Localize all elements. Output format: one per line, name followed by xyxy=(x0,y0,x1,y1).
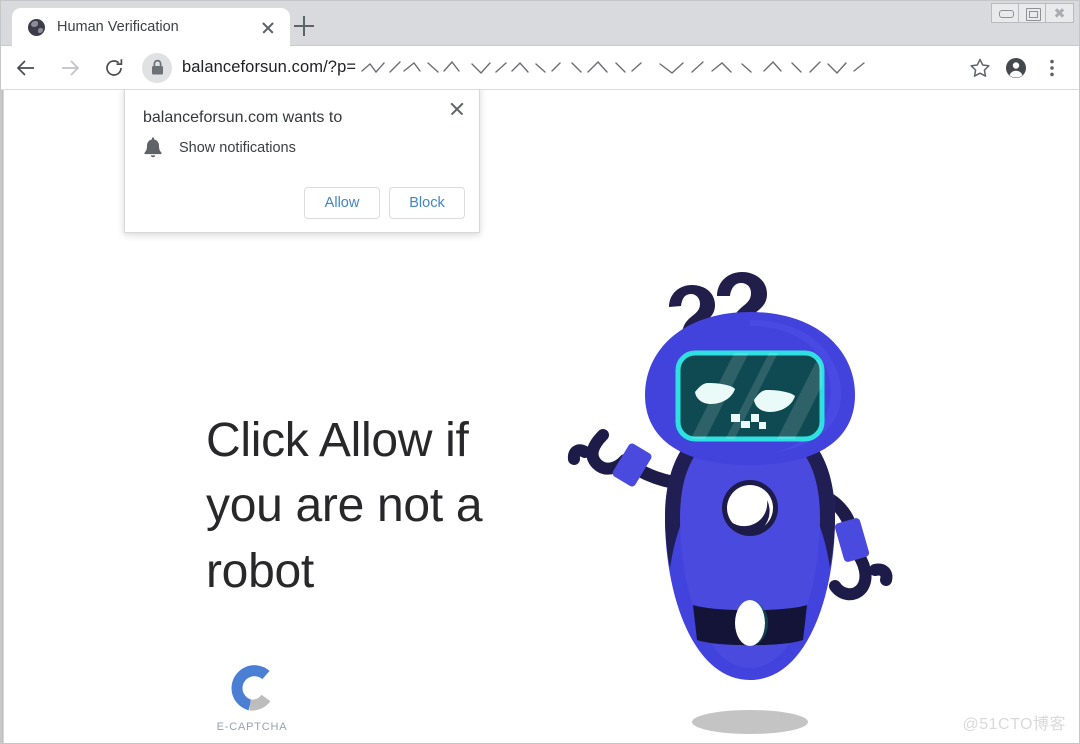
tab-title: Human Verification xyxy=(57,19,179,35)
address-bar[interactable]: balanceforsun.com/?p= xyxy=(142,52,954,84)
allow-button[interactable]: Allow xyxy=(304,187,380,219)
globe-icon xyxy=(28,18,45,36)
tab-strip: Human Verification ✖ xyxy=(0,0,1080,46)
watermark: @51CTO博客 xyxy=(962,716,1066,733)
close-icon[interactable] xyxy=(447,99,467,119)
new-tab-button[interactable] xyxy=(292,14,316,38)
star-icon[interactable] xyxy=(964,52,996,84)
robot-chest-emblem xyxy=(722,480,778,536)
url-text: balanceforsun.com/?p= xyxy=(182,58,357,76)
forward-arrow-icon[interactable] xyxy=(52,50,88,86)
permission-dialog-title: balanceforsun.com wants to xyxy=(143,109,343,126)
window-controls: ✖ xyxy=(991,3,1074,23)
lock-icon xyxy=(142,52,172,83)
close-window-button[interactable]: ✖ xyxy=(1046,4,1073,22)
three-dot-menu-icon[interactable] xyxy=(1036,52,1068,84)
captcha-brand-label: E-CAPTCHA xyxy=(216,721,288,733)
block-button[interactable]: Block xyxy=(389,187,465,219)
permission-request-row: Show notifications xyxy=(143,137,296,159)
robot-shadow xyxy=(692,710,808,734)
screenshot-root: Human Verification ✖ balanceforsun.com/?… xyxy=(0,0,1080,744)
c-arc-logo-icon xyxy=(226,662,278,714)
browser-window: Human Verification ✖ balanceforsun.com/?… xyxy=(0,0,1080,744)
maximize-button[interactable] xyxy=(1019,4,1046,22)
browser-toolbar: balanceforsun.com/?p= xyxy=(0,46,1080,90)
account-avatar-icon[interactable] xyxy=(1000,52,1032,84)
captcha-branding: E-CAPTCHA xyxy=(214,662,290,733)
robot-belt-buckle xyxy=(735,600,765,646)
permission-request-label: Show notifications xyxy=(179,140,296,156)
back-arrow-icon[interactable] xyxy=(8,50,44,86)
page-viewport: Click Allow if you are not a robot E-CAP… xyxy=(0,90,1080,744)
reload-icon[interactable] xyxy=(96,50,132,86)
browser-tab[interactable]: Human Verification xyxy=(12,8,290,46)
notification-permission-dialog: balanceforsun.com wants to Show notifica… xyxy=(124,90,480,233)
tab-close-icon[interactable] xyxy=(258,17,278,37)
confused-robot-illustration xyxy=(545,250,935,744)
bell-icon xyxy=(143,137,163,159)
page-headline: Click Allow if you are not a robot xyxy=(206,414,483,598)
permission-actions: Allow Block xyxy=(304,187,465,219)
url-obscured-scribble xyxy=(360,57,954,79)
minimize-button[interactable] xyxy=(992,4,1019,22)
